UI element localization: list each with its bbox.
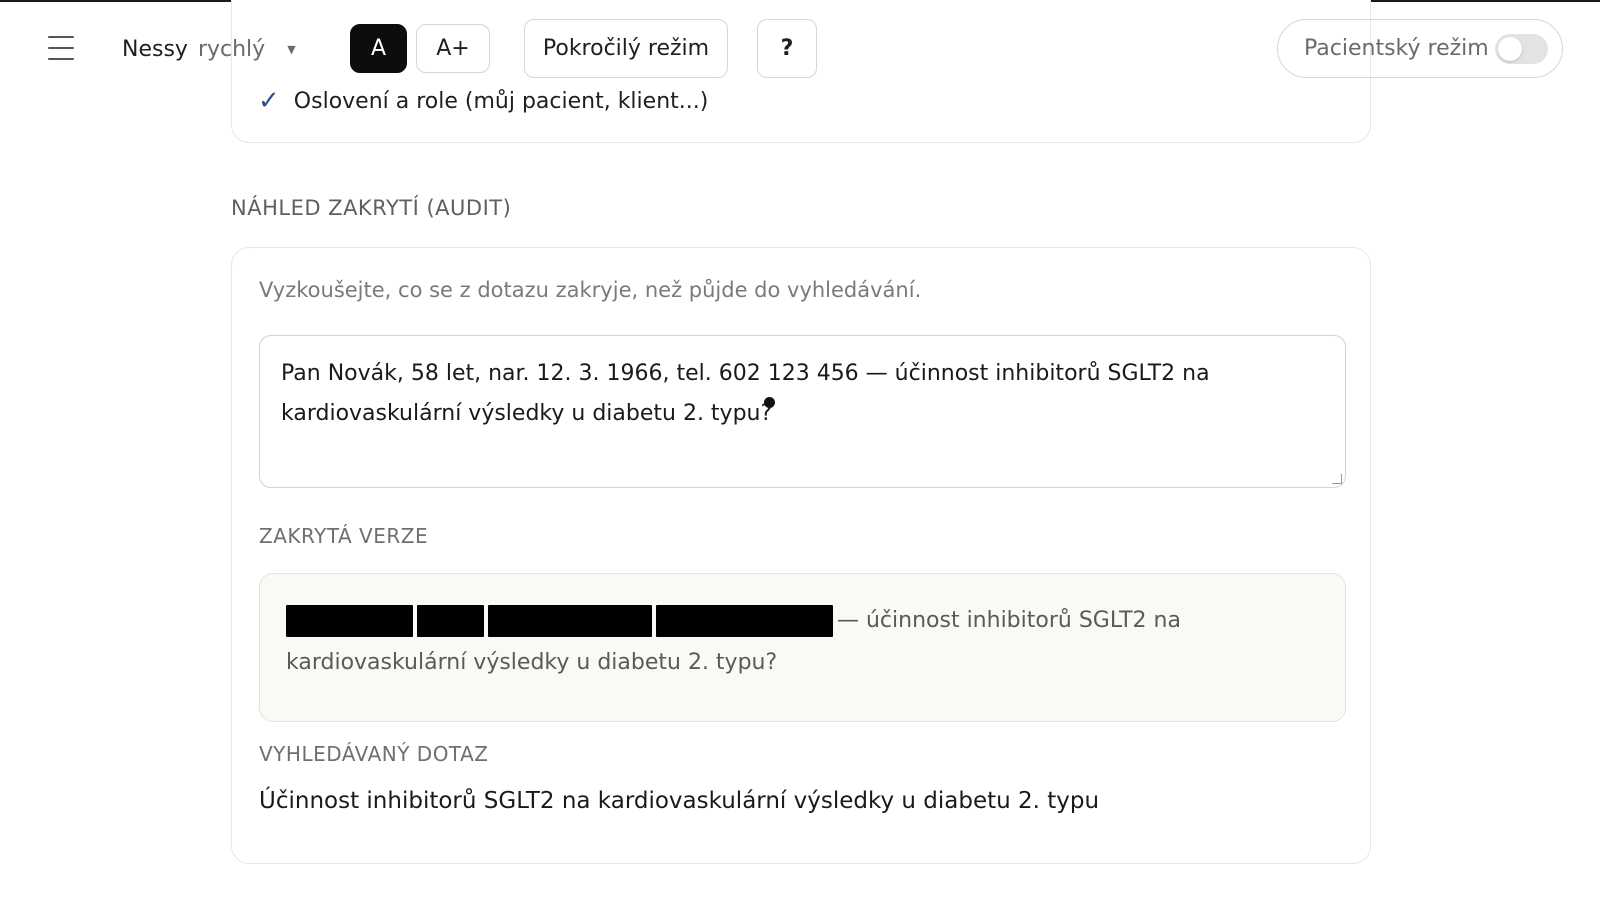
redaction-block	[488, 605, 652, 637]
redaction-block	[656, 605, 833, 637]
search-query-label: VYHLEDÁVANÝ DOTAZ	[259, 742, 489, 766]
masked-version-label: ZAKRYTÁ VERZE	[259, 524, 429, 548]
audit-query-input-value: Pan Novák, 58 let, nar. 12. 3. 1966, tel…	[281, 361, 1210, 426]
redaction-block	[417, 605, 484, 637]
help-button[interactable]: ?	[757, 19, 817, 78]
model-select[interactable]: Nessy rychlý ▼	[122, 32, 296, 66]
masked-version-box: — účinnost inhibitorů SGLT2 na kardiovas…	[259, 573, 1346, 722]
toggle-knob	[1498, 37, 1522, 61]
section-title: NÁHLED ZAKRYTÍ (AUDIT)	[231, 196, 512, 220]
model-speed: rychlý	[197, 36, 266, 62]
font-size-normal-button[interactable]: A	[350, 24, 407, 73]
model-name: Nessy	[122, 36, 188, 62]
patient-mode-label: Pacientský režim	[1304, 36, 1489, 61]
audit-query-input[interactable]: Pan Novák, 58 let, nar. 12. 3. 1966, tel…	[259, 335, 1346, 488]
toggle-switch[interactable]	[1495, 34, 1548, 64]
advanced-mode-button[interactable]: Pokročilý režim	[524, 19, 728, 78]
caret-down-icon: ▼	[287, 42, 296, 56]
font-size-large-button[interactable]: A+	[416, 24, 490, 73]
hamburger-icon[interactable]	[48, 36, 74, 60]
audit-hint: Vyzkoušejte, co se z dotazu zakryje, než…	[259, 278, 922, 302]
mouse-cursor	[764, 397, 775, 408]
search-query-text: Účinnost inhibitorů SGLT2 na kardiovasku…	[259, 788, 1100, 814]
redaction-block	[286, 605, 413, 637]
setting-item-label: Oslovení a role (můj pacient, klient...)	[293, 88, 709, 114]
top-bar: Nessy rychlý ▼ A A+ Pokročilý režim ? Pa…	[0, 2, 1600, 92]
patient-mode-toggle[interactable]: Pacientský režim	[1277, 19, 1563, 78]
resize-handle[interactable]	[1332, 474, 1342, 484]
audit-card: Vyzkoušejte, co se z dotazu zakryje, než…	[231, 247, 1371, 864]
